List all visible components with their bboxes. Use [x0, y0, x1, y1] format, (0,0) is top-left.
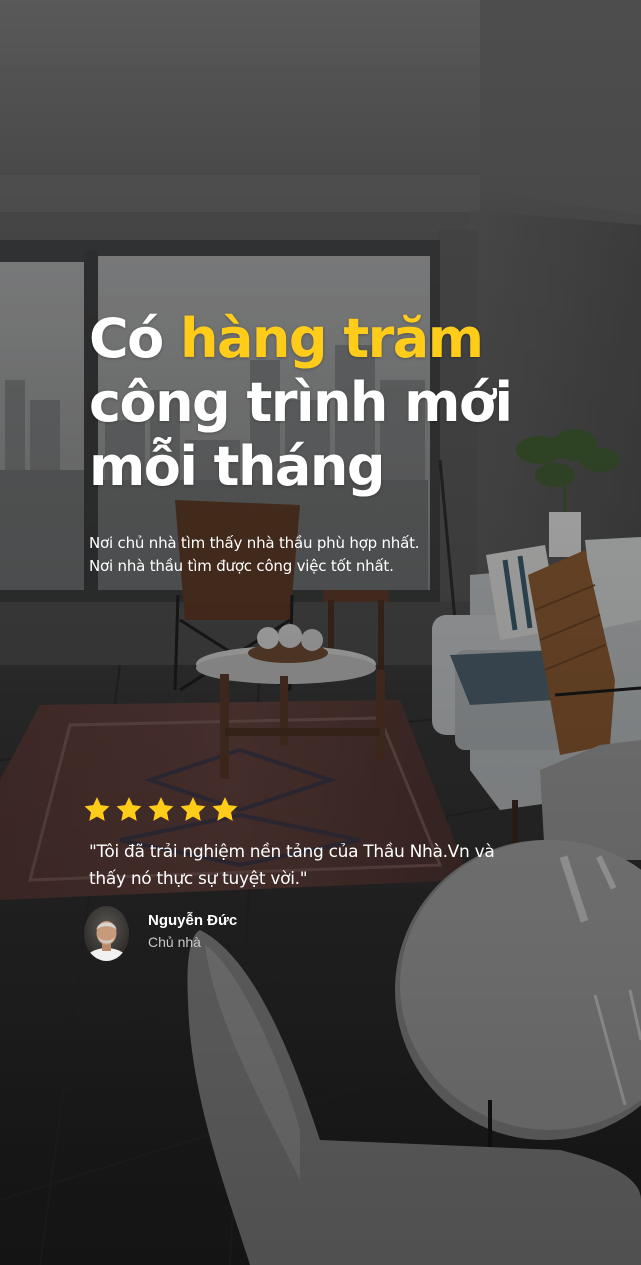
hero-subtitle: Nơi chủ nhà tìm thấy nhà thầu phù hợp nh…	[89, 532, 609, 578]
quote-line-1: "Tôi đã trải nghiệm nền tảng của Thầu Nh…	[89, 842, 495, 862]
headline-line-3: mỗi tháng	[89, 435, 385, 498]
headline-prefix: Có	[89, 307, 164, 370]
author-role: Chủ nhà	[148, 933, 201, 950]
star-icon	[148, 797, 174, 821]
hero-headline: Có hàng trăm công trình mới mỗi tháng	[89, 307, 609, 499]
headline-line-2: công trình mới	[89, 371, 513, 434]
rating-stars	[82, 795, 240, 824]
star-icon	[84, 797, 110, 821]
subtitle-line-1: Nơi chủ nhà tìm thấy nhà thầu phù hợp nh…	[89, 534, 420, 552]
headline-highlight: hàng trăm	[180, 307, 484, 370]
auth-side-panel: Có hàng trăm công trình mới mỗi tháng Nơ…	[0, 0, 641, 1265]
author-meta: Nguyễn Đức Chủ nhà	[148, 911, 237, 953]
testimonial-quote: "Tôi đã trải nghiệm nền tảng của Thầu Nh…	[89, 839, 569, 893]
subtitle-line-2: Nơi nhà thầu tìm được công việc tốt nhất…	[89, 557, 394, 575]
author-name: Nguyễn Đức	[148, 911, 238, 929]
avatar	[84, 906, 129, 961]
star-icon	[116, 797, 142, 821]
star-icon	[212, 797, 238, 821]
background-photo	[0, 0, 641, 1265]
testimonial-author: Nguyễn Đức Chủ nhà	[84, 906, 237, 961]
quote-line-2: thấy nó thực sự tuyệt vời."	[89, 869, 308, 889]
headline-line-1: Có hàng trăm	[89, 307, 609, 371]
star-icon	[180, 797, 206, 821]
